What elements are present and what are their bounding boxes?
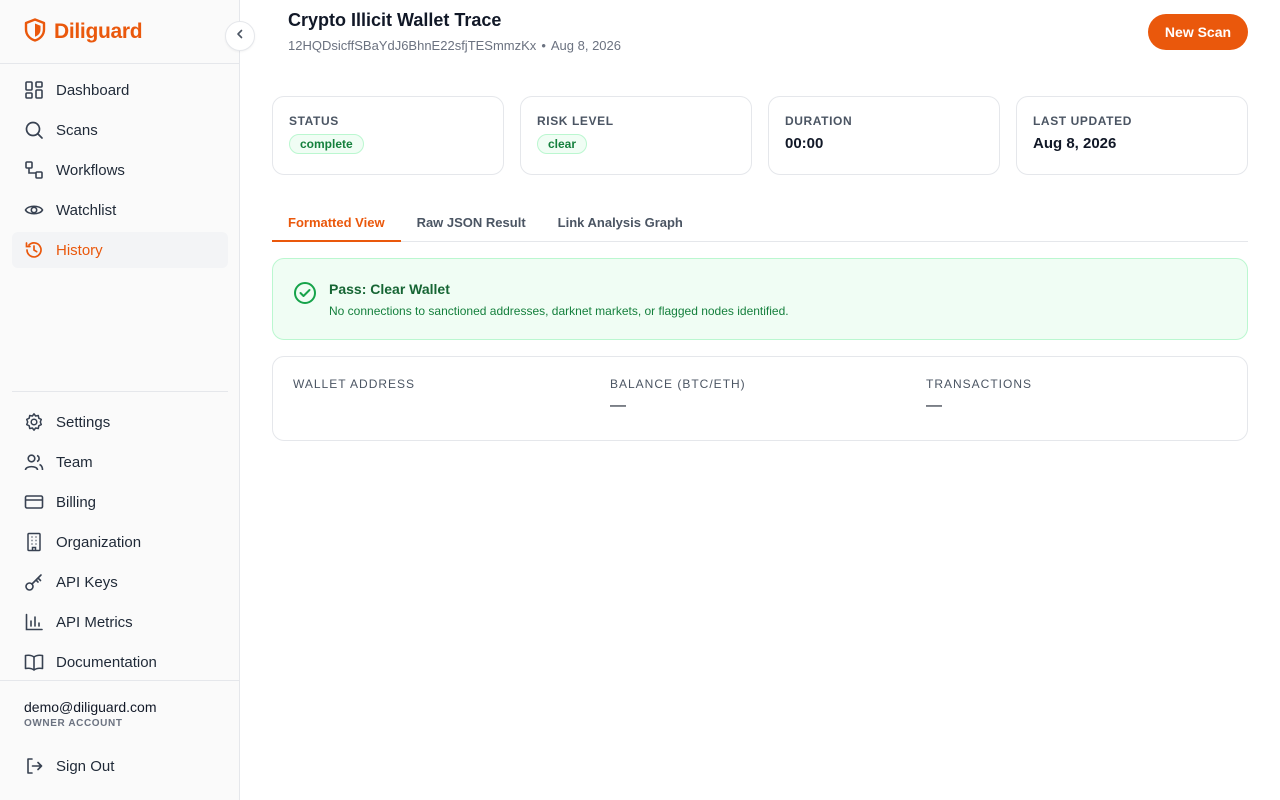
sidebar-item-watchlist[interactable]: Watchlist [12, 192, 228, 228]
wallet-address-field: WALLET ADDRESS [293, 377, 415, 397]
sidebar-item-documentation[interactable]: Documentation [12, 644, 228, 680]
risk-level-card: RISK LEVEL clear [520, 96, 752, 175]
status-card: STATUS complete [272, 96, 504, 175]
sidebar-item-label: Watchlist [56, 201, 117, 219]
sign-out-button[interactable]: Sign Out [12, 748, 228, 784]
result-tabs: Formatted View Raw JSON Result Link Anal… [272, 204, 1248, 242]
signout-nav: Sign Out [12, 748, 228, 788]
sidebar-item-scans[interactable]: Scans [12, 112, 228, 148]
building-icon [24, 532, 44, 552]
sidebar-item-billing[interactable]: Billing [12, 484, 228, 520]
page-subtitle: 12HQDsicffSBaYdJ6BhnE22sfjTESmmzKx • Aug… [288, 38, 621, 53]
detail-label: WALLET ADDRESS [293, 377, 416, 391]
check-circle-icon [293, 281, 317, 310]
stat-label: DURATION [785, 114, 853, 128]
duration-value: 00:00 [785, 135, 824, 152]
shield-logo-icon [24, 17, 46, 47]
wallet-id: 12HQDsicffSBaYdJ6BhnE22sfjTESmmzKx [288, 38, 537, 53]
sidebar-item-team[interactable]: Team [12, 444, 228, 480]
sidebar-item-organization[interactable]: Organization [12, 524, 228, 560]
stat-label: STATUS [289, 114, 339, 128]
sign-out-label: Sign Out [56, 757, 115, 775]
result-banner: Pass: Clear Wallet No connections to san… [272, 258, 1248, 340]
user-email: demo@diliguard.com [24, 699, 157, 715]
workflow-icon [24, 160, 44, 180]
separator: • [541, 38, 546, 53]
history-icon [24, 240, 44, 260]
collapse-sidebar-button[interactable] [225, 21, 255, 51]
gear-icon [24, 412, 44, 432]
search-icon [24, 120, 44, 140]
detail-label: BALANCE (BTC/ETH) [610, 377, 746, 391]
divider [0, 680, 239, 681]
sidebar-item-label: Organization [56, 533, 142, 551]
divider [12, 391, 228, 392]
stat-label: RISK LEVEL [537, 114, 614, 128]
key-icon [24, 572, 44, 592]
sidebar-item-api-keys[interactable]: API Keys [12, 564, 228, 600]
dashboard-icon [24, 80, 44, 100]
user-role: OWNER ACCOUNT [24, 718, 123, 729]
stat-label: LAST UPDATED [1033, 114, 1132, 128]
status-badge: complete [289, 134, 364, 154]
result-description: No connections to sanctioned addresses, … [329, 304, 789, 318]
last-updated-value: Aug 8, 2026 [1033, 135, 1117, 152]
result-title: Pass: Clear Wallet [329, 281, 450, 297]
sidebar-item-label: Workflows [56, 161, 125, 179]
page-title: Crypto Illicit Wallet Trace [288, 10, 502, 30]
sidebar-item-settings[interactable]: Settings [12, 404, 228, 440]
sidebar-item-label: History [56, 241, 103, 259]
chevron-left-icon [234, 27, 246, 45]
sidebar-item-label: API Keys [56, 573, 118, 591]
new-scan-button[interactable]: New Scan [1148, 14, 1248, 50]
tab-raw-json-result[interactable]: Raw JSON Result [401, 204, 542, 241]
tab-formatted-view[interactable]: Formatted View [272, 204, 401, 242]
sidebar-item-label: Settings [56, 413, 111, 431]
sidebar-item-label: Documentation [56, 653, 157, 671]
sidebar-item-label: Scans [56, 121, 98, 139]
app-name: Diliguard [54, 20, 143, 43]
duration-card: DURATION 00:00 [768, 96, 1000, 175]
app-logo[interactable]: Diliguard [24, 17, 143, 47]
sidebar-item-workflows[interactable]: Workflows [12, 152, 228, 188]
transactions-value: — [926, 397, 942, 414]
balance-field: BALANCE (BTC/ETH) — [610, 377, 746, 415]
book-icon [24, 652, 44, 672]
sidebar-item-label: Dashboard [56, 81, 130, 99]
tab-link-analysis-graph[interactable]: Link Analysis Graph [542, 204, 699, 241]
users-icon [24, 452, 44, 472]
divider [0, 63, 239, 64]
sidebar-item-label: Billing [56, 493, 97, 511]
credit-card-icon [24, 492, 44, 512]
detail-label: TRANSACTIONS [926, 377, 1033, 391]
last-updated-card: LAST UPDATED Aug 8, 2026 [1016, 96, 1248, 175]
scan-date: Aug 8, 2026 [550, 38, 621, 53]
main-nav: Dashboard Scans Workflows Watchlist Hist… [12, 72, 228, 272]
bar-chart-icon [24, 612, 44, 632]
logout-icon [24, 756, 44, 776]
sidebar: Diliguard Dashboard Scans Workflows Watc… [0, 0, 240, 800]
balance-value: — [610, 397, 626, 414]
eye-icon [24, 200, 44, 220]
settings-nav: Settings Team Billing Organization API K… [12, 404, 228, 684]
wallet-details-card: WALLET ADDRESS BALANCE (BTC/ETH) — TRANS… [272, 356, 1248, 441]
sidebar-item-dashboard[interactable]: Dashboard [12, 72, 228, 108]
sidebar-item-label: Team [56, 453, 93, 471]
sidebar-item-label: API Metrics [56, 613, 133, 631]
transactions-field: TRANSACTIONS — [926, 377, 1032, 415]
risk-badge: clear [537, 134, 588, 154]
sidebar-item-api-metrics[interactable]: API Metrics [12, 604, 228, 640]
sidebar-item-history[interactable]: History [12, 232, 228, 268]
